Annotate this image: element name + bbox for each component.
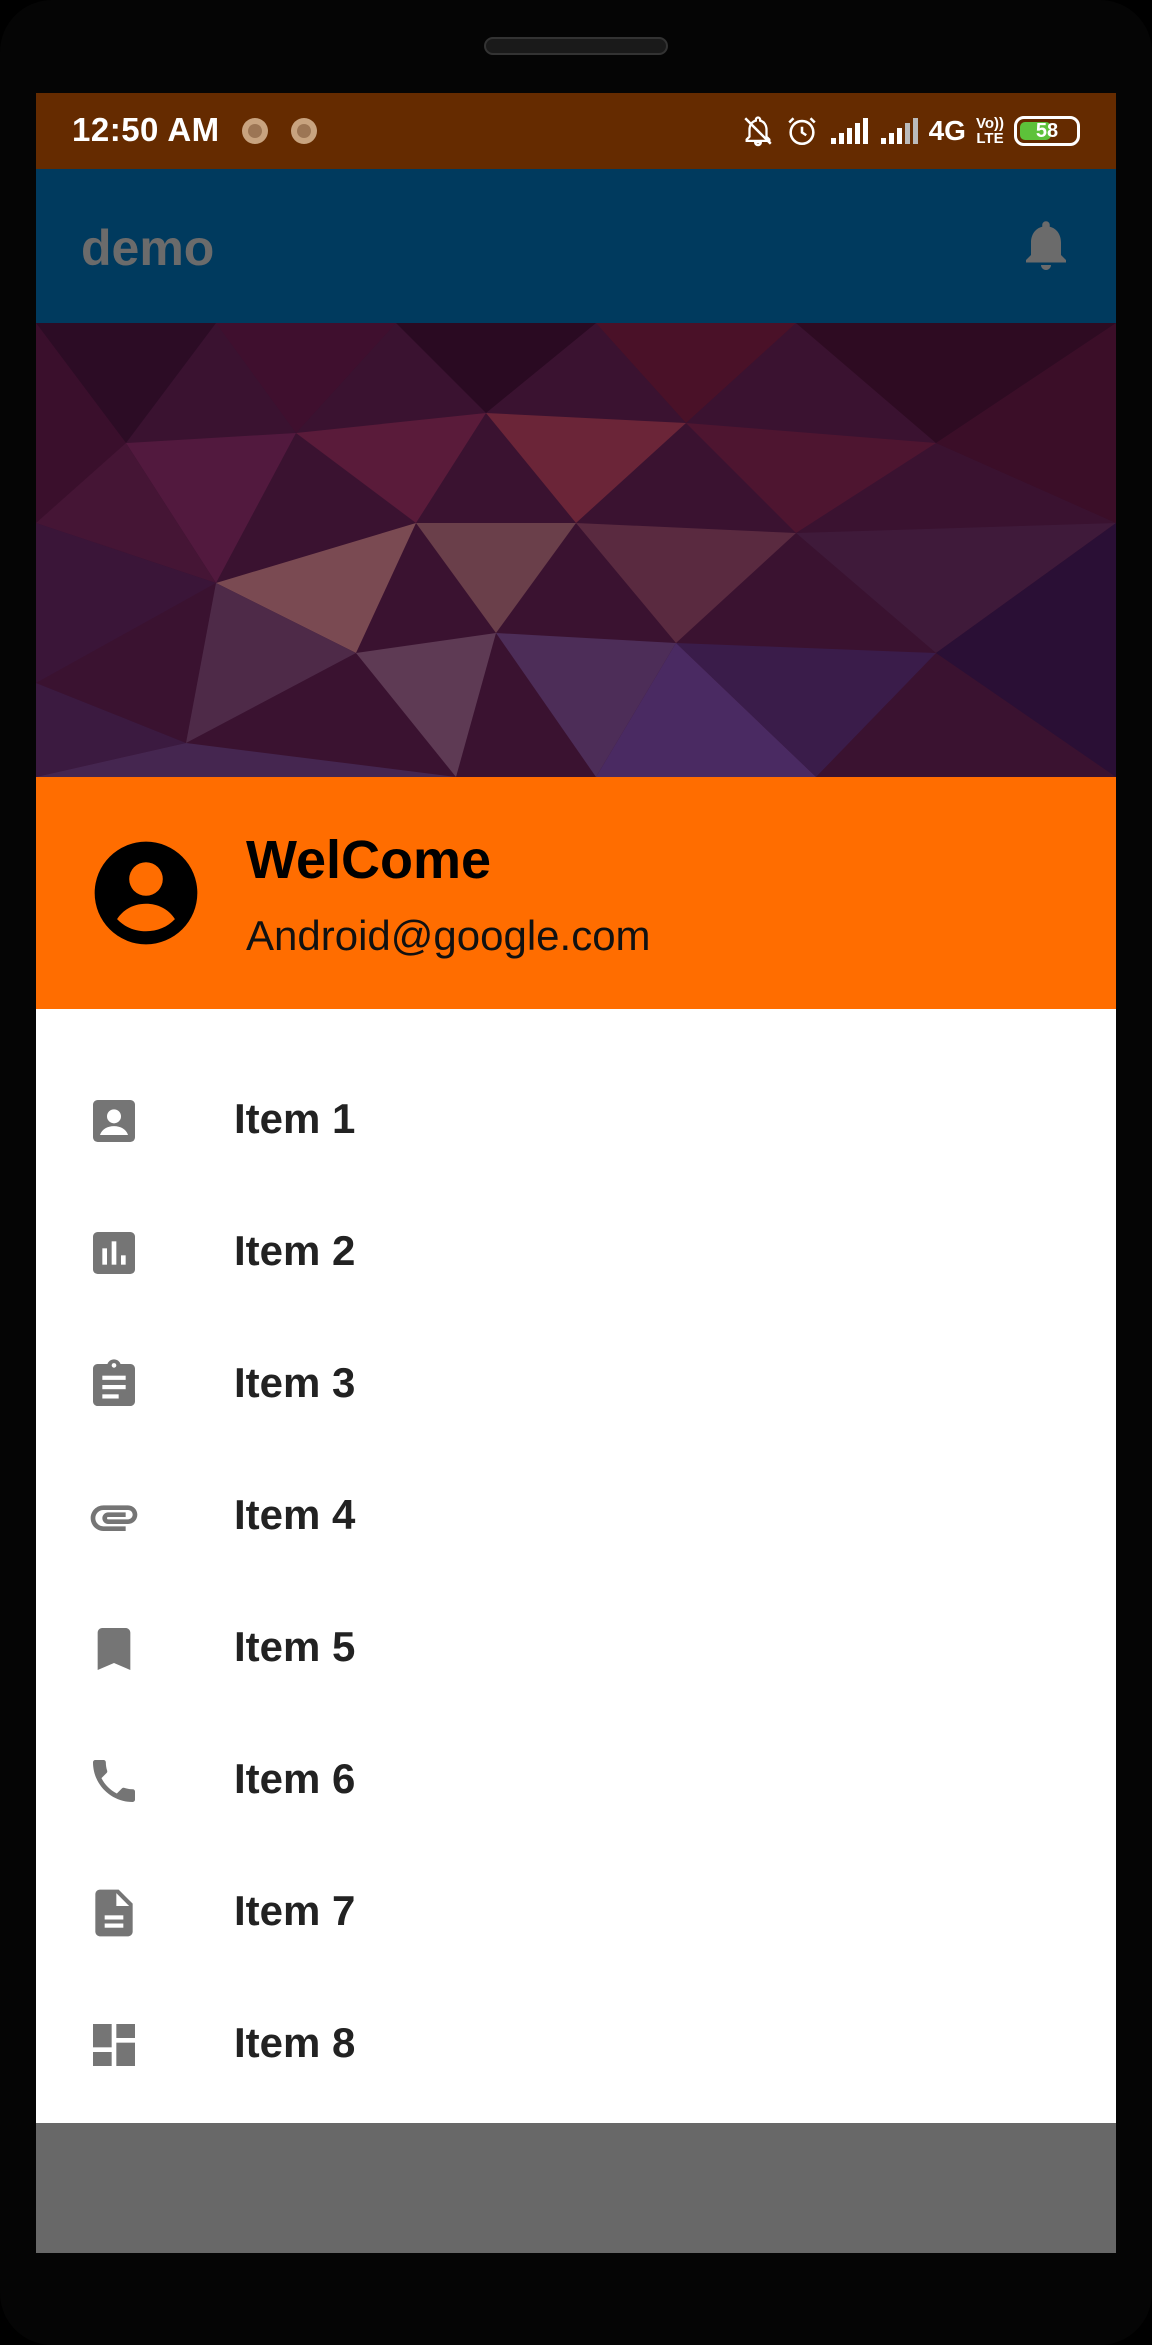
account-box-icon	[93, 1100, 135, 1142]
phone-icon	[93, 1760, 135, 1802]
status-icons: 4G Vo)) LTE 58	[741, 107, 1080, 155]
menu-item-label: Item 3	[234, 1359, 356, 1406]
menu-item-1[interactable]: Item 1	[36, 1055, 1116, 1187]
menu-item-label: Item 8	[234, 2019, 356, 2066]
menu-item-6[interactable]: Item 6	[36, 1715, 1116, 1847]
attachment-icon	[90, 1505, 138, 1531]
battery-icon: 58	[1014, 116, 1080, 146]
app-bar: demo	[36, 169, 1116, 323]
clipboard-icon	[93, 1359, 135, 1406]
status-time: 12:50 AM	[72, 111, 220, 148]
low-poly-background	[36, 323, 1116, 777]
battery-level: 58	[1035, 119, 1059, 142]
menu-item-5[interactable]: Item 5	[36, 1583, 1116, 1715]
menu-item-8[interactable]: Item 8	[36, 1979, 1116, 2111]
account-circle-icon[interactable]	[90, 837, 202, 949]
alarm-icon	[787, 117, 816, 146]
menu-item-label: Item 1	[234, 1095, 356, 1142]
signal-icon	[830, 118, 868, 144]
menu-item-label: Item 6	[234, 1755, 356, 1802]
phone-frame: 12:50 AM 4G Vo)) LTE 58 demo WelCome And…	[0, 0, 1152, 2345]
user-name: WelCome	[246, 830, 492, 890]
bookmark-icon	[97, 1628, 131, 1670]
document-icon	[95, 1889, 133, 1937]
screen: 12:50 AM 4G Vo)) LTE 58 demo WelCome And…	[36, 93, 1116, 2253]
menu-item-3[interactable]: Item 3	[36, 1319, 1116, 1451]
scrim-overlay[interactable]	[36, 2123, 1116, 2253]
user-email: Android@google.com	[246, 912, 651, 959]
speaker-grille	[484, 37, 668, 55]
status-bar: 12:50 AM 4G Vo)) LTE 58	[36, 93, 1116, 169]
bell-icon[interactable]	[1016, 211, 1076, 279]
navigation-menu: Item 1 Item 2 Item 3 Item 4 Item 5 Item …	[36, 1009, 1116, 2123]
menu-item-2[interactable]: Item 2	[36, 1187, 1116, 1319]
drawer-header: WelCome Android@google.com	[36, 777, 1116, 1009]
notification-dot-icon	[291, 118, 317, 144]
menu-item-label: Item 2	[234, 1227, 356, 1274]
menu-item-label: Item 7	[234, 1887, 356, 1934]
volte-indicator: Vo)) LTE	[975, 115, 1004, 147]
dashboard-icon	[93, 2024, 135, 2066]
menu-item-4[interactable]: Item 4	[36, 1451, 1116, 1583]
app-title: demo	[81, 220, 215, 276]
menu-item-label: Item 5	[234, 1623, 356, 1670]
bar-chart-icon	[93, 1232, 135, 1274]
notification-dot-icon	[242, 118, 268, 144]
drawer-header-background	[36, 323, 1116, 777]
menu-item-label: Item 4	[234, 1491, 356, 1538]
menu-item-7[interactable]: Item 7	[36, 1847, 1116, 1979]
signal-icon	[880, 118, 918, 144]
bell-off-icon	[743, 116, 772, 147]
network-type: 4G	[928, 115, 966, 146]
